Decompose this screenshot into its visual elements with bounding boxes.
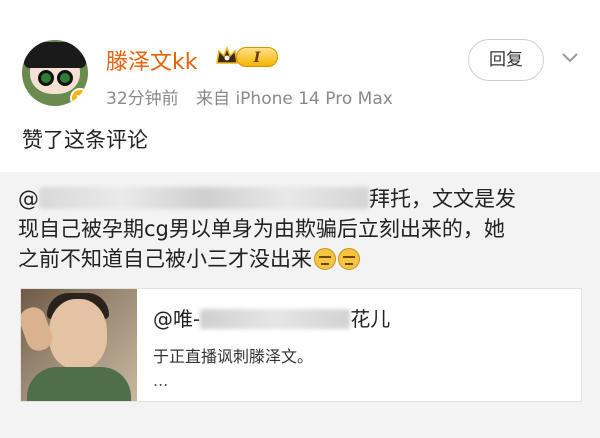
chevron-down-icon[interactable] <box>560 48 580 68</box>
quoted-comment[interactable]: @ 拜托，文文是发 现自己被孕期cg男以单身为由欺骗后立刻出来的，她 之前不知道自… <box>18 184 588 274</box>
username[interactable]: 滕泽文kk <box>106 44 197 76</box>
comment-line3-text: 之前不知道自己被小三才没出来 <box>18 247 312 271</box>
comment-mention-prefix: @ <box>18 187 39 211</box>
comment-line-3: 之前不知道自己被小三才没出来 <box>18 244 588 274</box>
linked-post-title-prefix: @唯- <box>153 307 201 331</box>
action-text: 赞了这条评论 <box>22 128 148 152</box>
avatar-eye-right <box>57 70 73 86</box>
linked-post-card[interactable]: @唯- 花儿 于正直播讽刺滕泽文。 ... <box>20 288 582 402</box>
comment-line-2: 现自己被孕期cg男以单身为由欺骗后立刻出来的，她 <box>18 217 505 241</box>
post-source: 来自 iPhone 14 Pro Max <box>196 89 393 109</box>
vip-badge[interactable]: I <box>214 41 280 71</box>
linked-post-description: 于正直播讽刺滕泽文。 <box>153 347 314 366</box>
comment-line-1: @ 拜托，文文是发 <box>18 184 588 214</box>
verified-badge-icon: v <box>70 88 88 106</box>
thumbnail-face <box>49 299 107 369</box>
linked-post-title: @唯- 花儿 <box>153 303 390 332</box>
reply-button[interactable]: 回复 <box>468 39 544 81</box>
weibo-feed-card: v 滕泽文kk I 32分钟前 来自 iPhone 14 Pro Max 回复 … <box>0 0 600 438</box>
vip-level: I <box>236 47 278 67</box>
blurred-title <box>200 309 351 329</box>
linked-post-thumbnail <box>21 289 137 401</box>
linked-post-more: ... <box>153 371 169 390</box>
smirk-emoji-icon <box>338 248 360 270</box>
user-avatar[interactable]: v <box>22 40 88 106</box>
avatar-eye-left <box>38 70 54 86</box>
blurred-username <box>39 187 369 209</box>
post-meta: 32分钟前 来自 iPhone 14 Pro Max <box>106 84 405 109</box>
thumbnail-body <box>27 367 131 401</box>
linked-post-title-suffix: 花儿 <box>350 307 391 331</box>
post-header: v 滕泽文kk I 32分钟前 来自 iPhone 14 Pro Max 回复 … <box>0 0 600 172</box>
avatar-hair <box>24 42 86 68</box>
smirk-emoji-icon <box>314 248 336 270</box>
post-time: 32分钟前 <box>106 89 179 109</box>
comment-line1-text: 拜托，文文是发 <box>369 187 516 211</box>
